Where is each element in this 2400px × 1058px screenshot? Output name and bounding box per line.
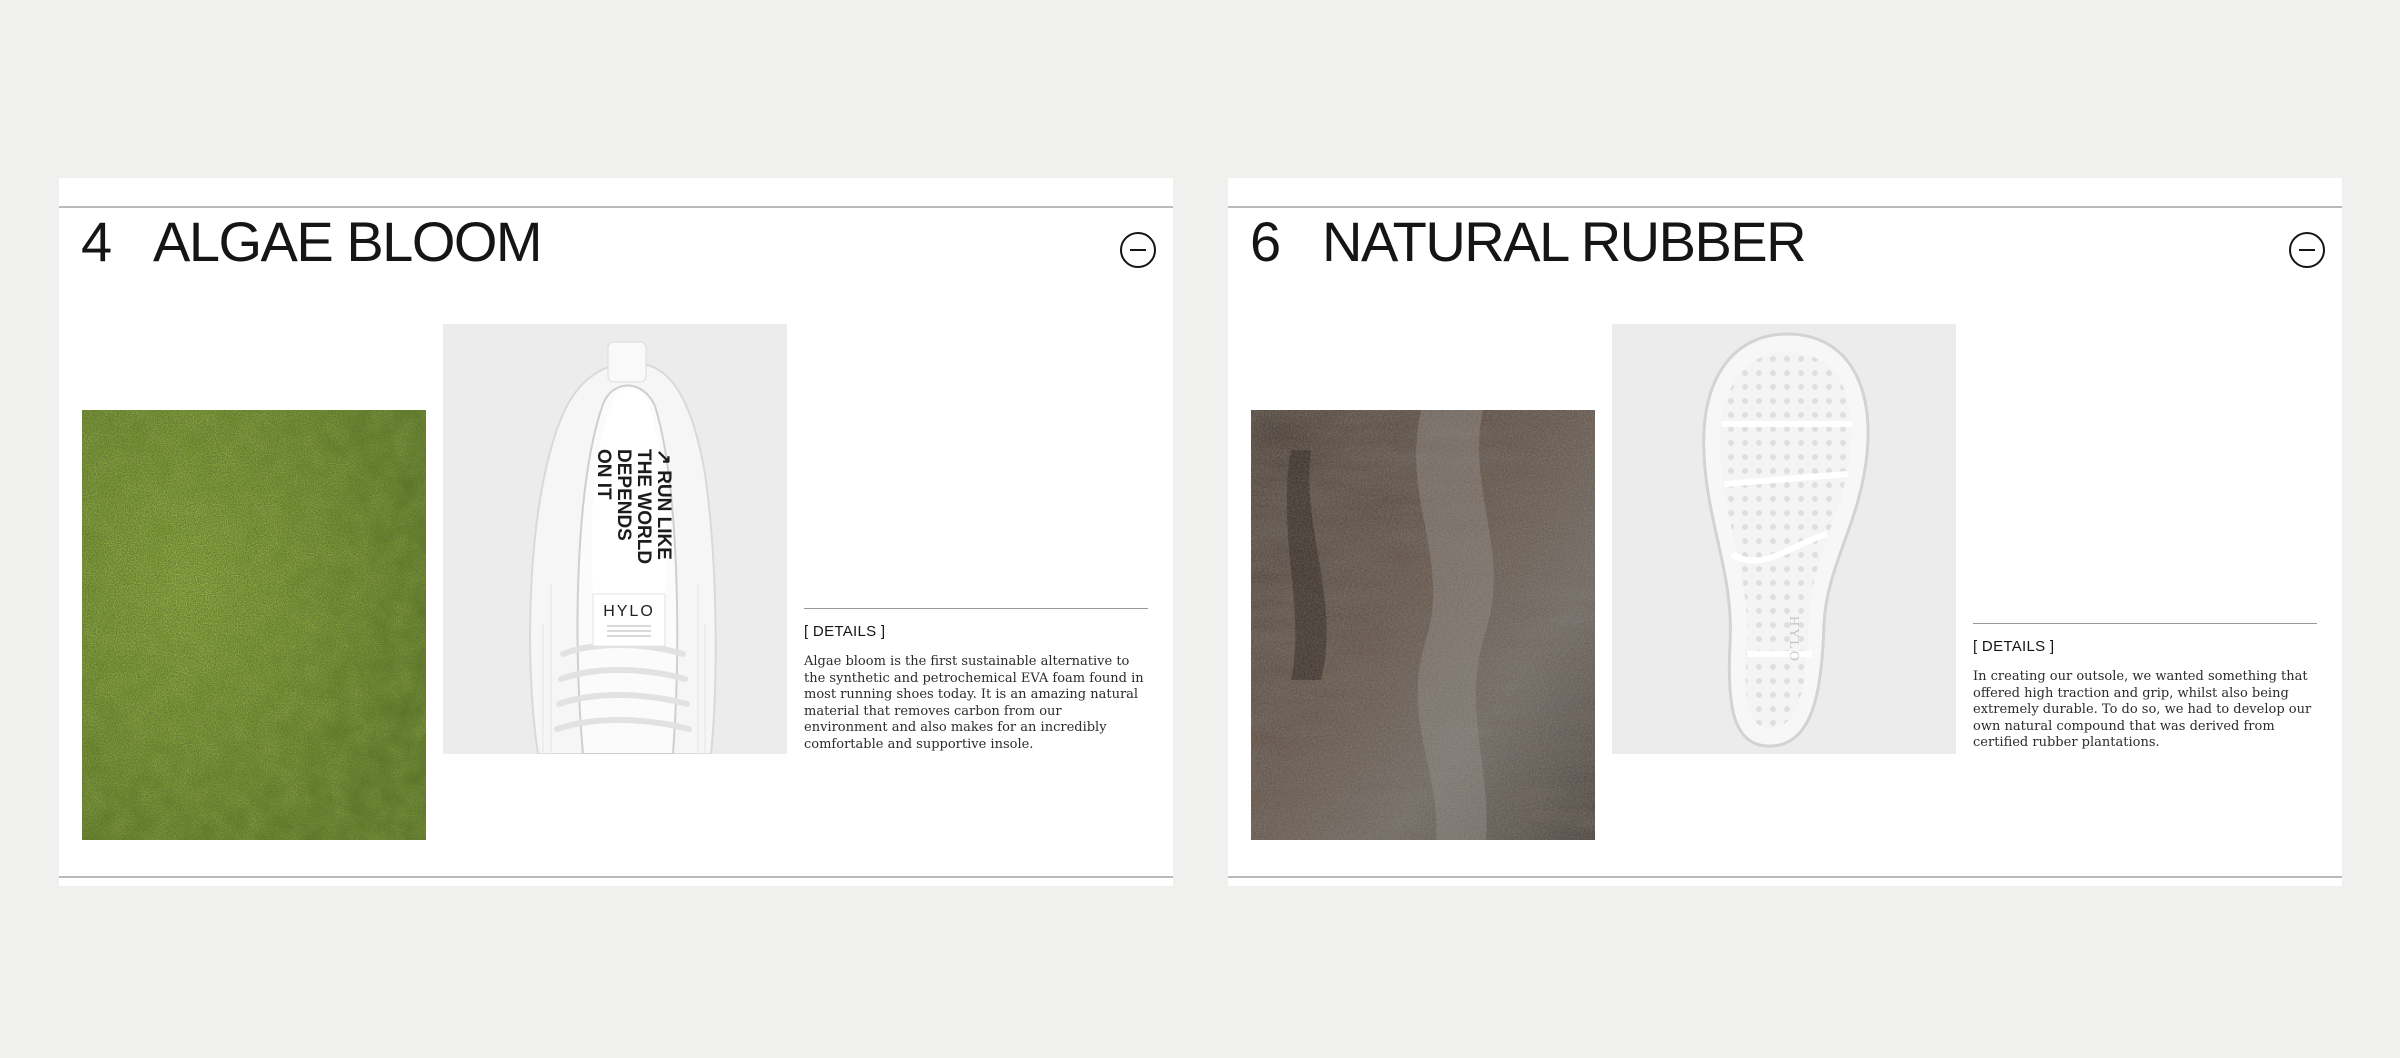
details-label: [ DETAILS ] [804,623,886,640]
insole-line-1: ↗ RUN LIKE [653,449,674,560]
section-number: 6 [1250,210,1281,273]
algae-texture-image [82,410,426,840]
insole-line-4: ON IT [593,449,614,500]
material-card-algae-bloom: 4 ALGAE BLOOM ↗ RUN LIKE THE WORLD DEPEN… [59,178,1173,886]
algae-texture-graphic [82,410,426,840]
tongue-logo: HYLO [603,603,655,620]
collapse-button[interactable] [2289,232,2325,268]
minus-circle-icon [2299,249,2315,251]
top-divider [1228,206,2342,208]
minus-circle-icon [1130,249,1146,251]
details-divider [1973,623,2317,624]
section-title: NATURAL RUBBER [1322,210,1807,273]
details-divider [804,608,1148,609]
details-label: [ DETAILS ] [1973,638,2055,655]
shoe-insole-image: ↗ RUN LIKE THE WORLD DEPENDS ON IT HYLO [443,324,787,754]
outsole-graphic: HYLO [1612,324,1956,754]
insole-line-3: DEPENDS [613,449,634,541]
details-text: In creating our outsole, we wanted somet… [1973,669,2312,750]
shoe-top-view-graphic: ↗ RUN LIKE THE WORLD DEPENDS ON IT HYLO [443,324,787,754]
top-divider [59,206,1173,208]
material-card-natural-rubber: 6 NATURAL RUBBER HYLO [DETAILS] In cre… [1228,178,2342,886]
bark-texture-graphic [1251,410,1595,840]
section-number: 4 [81,210,112,273]
bottom-divider [59,876,1173,878]
details-text: Algae bloom is the first sustainable alt… [804,654,1144,752]
details-panel: [ DETAILS ] In creating our outsole, we … [1973,623,2317,752]
insole-line-2: THE WORLD [633,449,654,564]
sole-logo: HYLO [1786,616,1801,663]
shoe-outsole-image: HYLO [1612,324,1956,754]
collapse-button[interactable] [1120,232,1156,268]
details-panel: [ DETAILS ] Algae bloom is the first sus… [804,608,1148,753]
bottom-divider [1228,876,2342,878]
section-title: ALGAE BLOOM [153,210,543,273]
tree-bark-image [1251,410,1595,840]
